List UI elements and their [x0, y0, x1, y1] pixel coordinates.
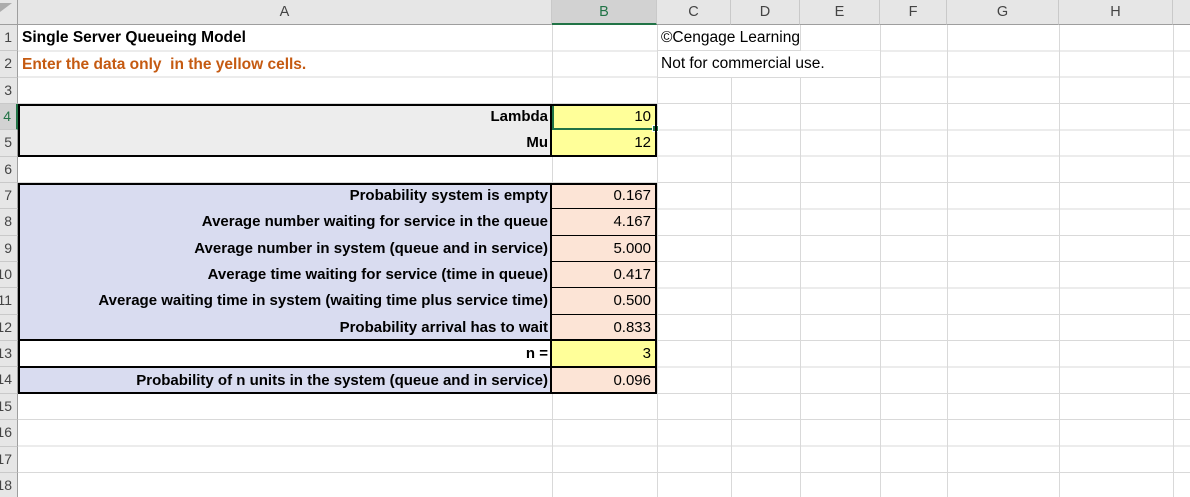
column-header-h[interactable]: H — [1059, 0, 1173, 25]
row-header-16[interactable]: 16 — [0, 420, 18, 447]
row-header-9[interactable]: 9 — [0, 235, 18, 263]
cell-b11-result-value[interactable]: 0.500 — [552, 288, 657, 315]
cell-b4-lambda-input[interactable]: 10 — [552, 104, 657, 131]
cell-a10-result-label[interactable]: Average time waiting for service (time i… — [18, 262, 552, 288]
row-header-13[interactable]: 13 — [0, 341, 18, 368]
fill-handle[interactable] — [652, 125, 659, 133]
mu-row: Mu 12 — [18, 130, 657, 157]
row-header-12[interactable]: 12 — [0, 314, 18, 342]
cell-a2-instruction[interactable]: Enter the data only in the yellow cells. — [18, 51, 552, 77]
cell-a5-mu-label[interactable]: Mu — [18, 130, 552, 156]
cell-a11-result-label[interactable]: Average waiting time in system (waiting … — [18, 288, 552, 314]
lambda-row: Lambda 10 — [18, 104, 657, 131]
select-all-triangle-icon — [0, 3, 12, 12]
cell-a8-result-label[interactable]: Average number waiting for service in th… — [18, 209, 552, 235]
gridline-vertical — [880, 25, 881, 497]
column-header-f[interactable]: F — [880, 0, 947, 25]
block-divider-line — [550, 341, 552, 368]
results-block: Probability system is empty 0.167 Averag… — [18, 183, 657, 342]
cell-a13-n-label[interactable]: n = — [18, 341, 552, 367]
result-row: Average number waiting for service in th… — [18, 209, 657, 236]
input-block: Lambda 10 Mu 12 — [18, 104, 657, 157]
result-row: Average time waiting for service (time i… — [18, 262, 657, 289]
column-header-d[interactable]: D — [731, 0, 800, 25]
column-header-c[interactable]: C — [657, 0, 731, 25]
cell-b9-result-value[interactable]: 5.000 — [552, 235, 657, 263]
column-header-b[interactable]: B — [552, 0, 657, 25]
row-header-3[interactable]: 3 — [0, 77, 18, 105]
select-all-corner[interactable] — [0, 0, 18, 25]
result-row: Average waiting time in system (waiting … — [18, 288, 657, 315]
row-header-7[interactable]: 7 — [0, 183, 18, 210]
n-input-block: n = 3 — [18, 341, 657, 368]
gridline-vertical — [947, 25, 948, 497]
cell-b10-result-value[interactable]: 0.417 — [552, 262, 657, 289]
row-header-11[interactable]: 11 — [0, 288, 18, 315]
cell-b13-n-input[interactable]: 3 — [552, 341, 657, 368]
spreadsheet-window: A B C D E F G H 1 2 3 4 5 6 7 8 9 10 11 … — [0, 0, 1190, 497]
row-headers: 1 2 3 4 5 6 7 8 9 10 11 12 13 14 15 16 1… — [0, 25, 18, 497]
row-header-2[interactable]: 2 — [0, 51, 18, 78]
result-row: Probability arrival has to wait 0.833 — [18, 314, 657, 342]
cell-a1-title[interactable]: Single Server Queueing Model — [18, 25, 552, 51]
pn-result-block: Probability of n units in the system (qu… — [18, 367, 657, 394]
sheet-grid[interactable]: Single Server Queueing Model Enter the d… — [18, 25, 1190, 497]
cell-a14-result-label[interactable]: Probability of n units in the system (qu… — [18, 368, 552, 394]
cell-b5-mu-input[interactable]: 12 — [552, 130, 657, 157]
row-header-10[interactable]: 10 — [0, 262, 18, 289]
row-header-1[interactable]: 1 — [0, 25, 18, 52]
column-header-g[interactable]: G — [947, 0, 1059, 25]
row-header-15[interactable]: 15 — [0, 393, 18, 421]
column-headers: A B C D E F G H — [18, 0, 1190, 25]
gridline-vertical — [1059, 25, 1060, 497]
column-header-e[interactable]: E — [800, 0, 880, 25]
cell-c1-copyright[interactable]: ©Cengage Learning — [658, 25, 800, 52]
gridline-vertical — [657, 25, 658, 497]
row-header-4[interactable]: 4 — [0, 104, 18, 131]
cell-a12-result-label[interactable]: Probability arrival has to wait — [18, 315, 552, 341]
n-row: n = 3 — [18, 341, 657, 368]
result-row: Probability of n units in the system (qu… — [18, 367, 657, 394]
cell-a7-result-label[interactable]: Probability system is empty — [18, 183, 552, 209]
cell-b14-result-value[interactable]: 0.096 — [552, 367, 657, 394]
row-header-14[interactable]: 14 — [0, 367, 18, 394]
block-divider-line — [550, 367, 552, 394]
row-header-5[interactable]: 5 — [0, 130, 18, 157]
column-header-a[interactable]: A — [18, 0, 552, 25]
cell-c2-copyright[interactable]: Not for commercial use. — [658, 51, 880, 78]
row-header-8[interactable]: 8 — [0, 209, 18, 236]
block-divider-line — [550, 104, 552, 157]
cell-a4-lambda-label[interactable]: Lambda — [18, 104, 552, 130]
row-header-6[interactable]: 6 — [0, 156, 18, 184]
cell-a9-result-label[interactable]: Average number in system (queue and in s… — [18, 236, 552, 262]
result-row: Average number in system (queue and in s… — [18, 235, 657, 263]
result-row: Probability system is empty 0.167 — [18, 183, 657, 210]
gridline-vertical — [731, 25, 732, 497]
cell-b7-result-value[interactable]: 0.167 — [552, 183, 657, 210]
gridline-vertical — [1173, 25, 1174, 497]
column-header-partial[interactable] — [1173, 0, 1190, 25]
row-header-17[interactable]: 17 — [0, 446, 18, 473]
cell-b12-result-value[interactable]: 0.833 — [552, 314, 657, 342]
row-header-18[interactable]: 18 — [0, 472, 18, 497]
block-divider-line — [550, 183, 552, 342]
gridline-vertical — [800, 25, 801, 497]
cell-b8-result-value[interactable]: 4.167 — [552, 209, 657, 236]
